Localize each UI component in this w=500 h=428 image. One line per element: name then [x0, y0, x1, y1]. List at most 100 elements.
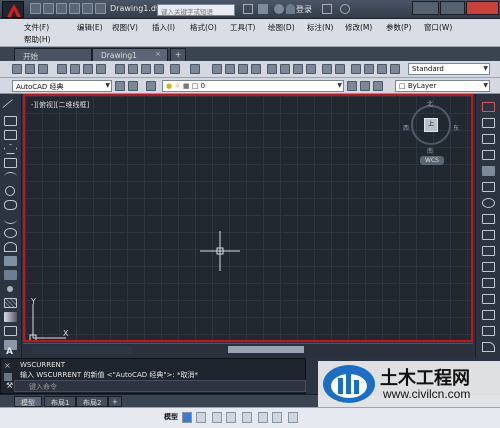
maximize-button[interactable] [440, 1, 465, 15]
tab-layout2[interactable]: 布局2 [76, 396, 109, 407]
layer-previous-icon[interactable] [360, 81, 370, 91]
region-icon[interactable] [4, 326, 17, 336]
tab-close-icon[interactable]: × [155, 50, 163, 58]
erase-icon[interactable] [482, 102, 495, 112]
menu-edit[interactable]: 编辑(E) [77, 22, 103, 33]
menu-dimension[interactable]: 标注(N) [307, 22, 333, 33]
polar-icon[interactable] [226, 412, 236, 423]
quickcalc-icon[interactable] [335, 64, 345, 74]
trim-icon[interactable] [482, 246, 495, 256]
save-icon[interactable] [56, 3, 67, 14]
new-icon[interactable] [12, 64, 22, 74]
move-icon[interactable] [482, 182, 495, 192]
tab-start[interactable]: 开始 [14, 48, 92, 61]
osnap-icon[interactable] [272, 412, 282, 423]
visual-style-select[interactable]: Standard ▼ [408, 63, 490, 75]
construction-line-icon[interactable] [4, 116, 17, 126]
join-icon[interactable] [482, 310, 495, 320]
ellipse-icon[interactable] [4, 228, 17, 238]
redo-icon[interactable] [95, 3, 106, 14]
zoom-window-icon[interactable] [238, 64, 248, 74]
menu-insert[interactable]: 插入(I) [152, 22, 175, 33]
publish-icon[interactable] [83, 64, 93, 74]
break-icon[interactable] [482, 294, 495, 304]
menu-window[interactable]: 窗口(W) [424, 22, 452, 33]
polyline-icon[interactable] [4, 130, 17, 140]
snap-icon[interactable] [196, 412, 206, 423]
model-space-button[interactable]: 模型 [164, 412, 178, 422]
cut-icon[interactable] [115, 64, 125, 74]
paste-icon[interactable] [141, 64, 151, 74]
new-tab-button[interactable]: + [170, 48, 186, 61]
menu-tools[interactable]: 工具(T) [230, 22, 255, 33]
stretch-icon[interactable] [482, 230, 495, 240]
zoom-previous-icon[interactable] [251, 64, 261, 74]
chamfer-icon[interactable] [482, 326, 495, 336]
menu-view[interactable]: 视图(V) [112, 22, 138, 33]
text-style-icon[interactable] [351, 64, 361, 74]
subscription-icon[interactable] [258, 4, 268, 14]
tool-palettes-icon[interactable] [293, 64, 303, 74]
osnap-tracking-icon[interactable] [258, 412, 268, 423]
menu-file[interactable]: 文件(F) [24, 22, 49, 33]
command-input[interactable]: 键入命令 [14, 380, 306, 392]
layer-select[interactable]: ● ☼ ■ □ 0 ▼ [162, 80, 344, 92]
binoculars-icon[interactable] [243, 4, 253, 14]
command-settings-icon[interactable] [4, 373, 12, 381]
circle-icon[interactable] [5, 186, 15, 196]
exchange-icon[interactable] [322, 4, 332, 14]
login-link[interactable]: 登录 [296, 4, 312, 15]
app-logo-icon[interactable] [2, 1, 24, 18]
menu-help[interactable]: 帮助(H) [24, 34, 51, 45]
command-tool-icon[interactable]: ⚒ [6, 381, 13, 390]
spline-icon[interactable] [4, 214, 17, 224]
revcloud-icon[interactable] [4, 200, 17, 210]
viewcube-top-face[interactable]: 上 [424, 118, 438, 132]
hatch-icon[interactable] [4, 298, 17, 308]
wcs-menu[interactable]: WCS [420, 156, 444, 165]
grid-icon[interactable] [182, 412, 192, 423]
copy-icon[interactable] [128, 64, 138, 74]
redo-toolbar-icon[interactable] [190, 64, 200, 74]
search-input[interactable]: 键入关键字或短语 [157, 4, 235, 16]
3d-print-icon[interactable] [96, 64, 106, 74]
line-icon[interactable] [2, 98, 19, 116]
linetype-select[interactable]: □ ByLayer ▼ [395, 80, 490, 92]
menu-parametric[interactable]: 参数(P) [386, 22, 411, 33]
zoom-realtime-icon[interactable] [225, 64, 235, 74]
mtext-icon[interactable]: A [6, 347, 13, 357]
insert-block-icon[interactable] [4, 256, 17, 266]
viewcube[interactable]: 上 [411, 105, 451, 145]
copy-object-icon[interactable] [482, 118, 495, 128]
undo-toolbar-icon[interactable] [170, 64, 180, 74]
gradient-icon[interactable] [4, 312, 17, 322]
favorites-icon[interactable] [274, 4, 284, 14]
workspace-switch-icon[interactable] [128, 81, 138, 91]
save-as-icon[interactable] [69, 3, 80, 14]
isodraft-icon[interactable] [242, 412, 252, 423]
polygon-icon[interactable] [4, 144, 17, 154]
dim-style-icon[interactable] [364, 64, 374, 74]
minimize-button[interactable] [412, 1, 439, 15]
plot-icon[interactable] [57, 64, 67, 74]
rotate-icon[interactable] [482, 198, 495, 208]
add-layout-button[interactable]: + [108, 396, 122, 407]
point-icon[interactable] [7, 286, 13, 292]
make-block-icon[interactable] [4, 270, 17, 280]
rectangle-icon[interactable] [4, 158, 17, 168]
menu-draw[interactable]: 绘图(D) [268, 22, 295, 33]
make-current-layer-icon[interactable] [347, 81, 357, 91]
break-at-point-icon[interactable] [482, 278, 495, 288]
close-button[interactable] [466, 1, 499, 15]
design-center-icon[interactable] [280, 64, 290, 74]
plot-preview-icon[interactable] [70, 64, 80, 74]
compass-south[interactable]: 南 [427, 146, 433, 155]
table-style-icon[interactable] [377, 64, 387, 74]
command-close-icon[interactable]: × [4, 362, 12, 370]
layer-properties-icon[interactable] [146, 81, 156, 91]
lineweight-icon[interactable] [288, 412, 298, 423]
layer-state-icon[interactable] [373, 81, 383, 91]
offset-icon[interactable] [482, 150, 495, 160]
extend-icon[interactable] [482, 262, 495, 272]
multileader-style-icon[interactable] [390, 64, 400, 74]
